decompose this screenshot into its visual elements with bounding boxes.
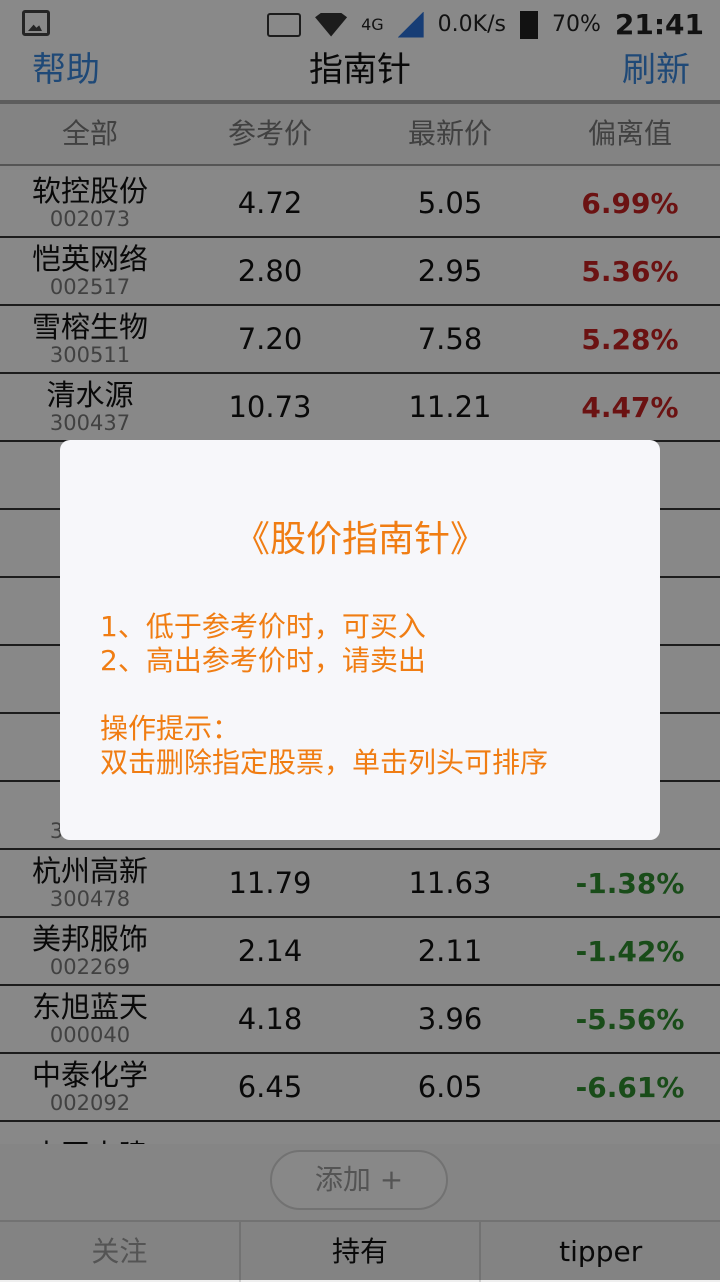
dialog-line-1: 1、低于参考价时，可买入	[100, 610, 426, 643]
dialog-line-2: 2、高出参考价时，请卖出	[100, 644, 426, 677]
dialog-title: 《股价指南针》	[233, 519, 486, 560]
dialog-line-4: 双击删除指定股票，单击列头可排序	[100, 746, 549, 779]
dialog-gap	[100, 678, 548, 712]
dialog-content: 1、低于参考价时，可买入 2、高出参考价时，请卖出 操作提示： 双击删除指定股票…	[100, 610, 548, 780]
dialog-line-3: 操作提示：	[100, 712, 241, 745]
help-dialog[interactable]: 《股价指南针》 1、低于参考价时，可买入 2、高出参考价时，请卖出 操作提示： …	[60, 440, 660, 840]
